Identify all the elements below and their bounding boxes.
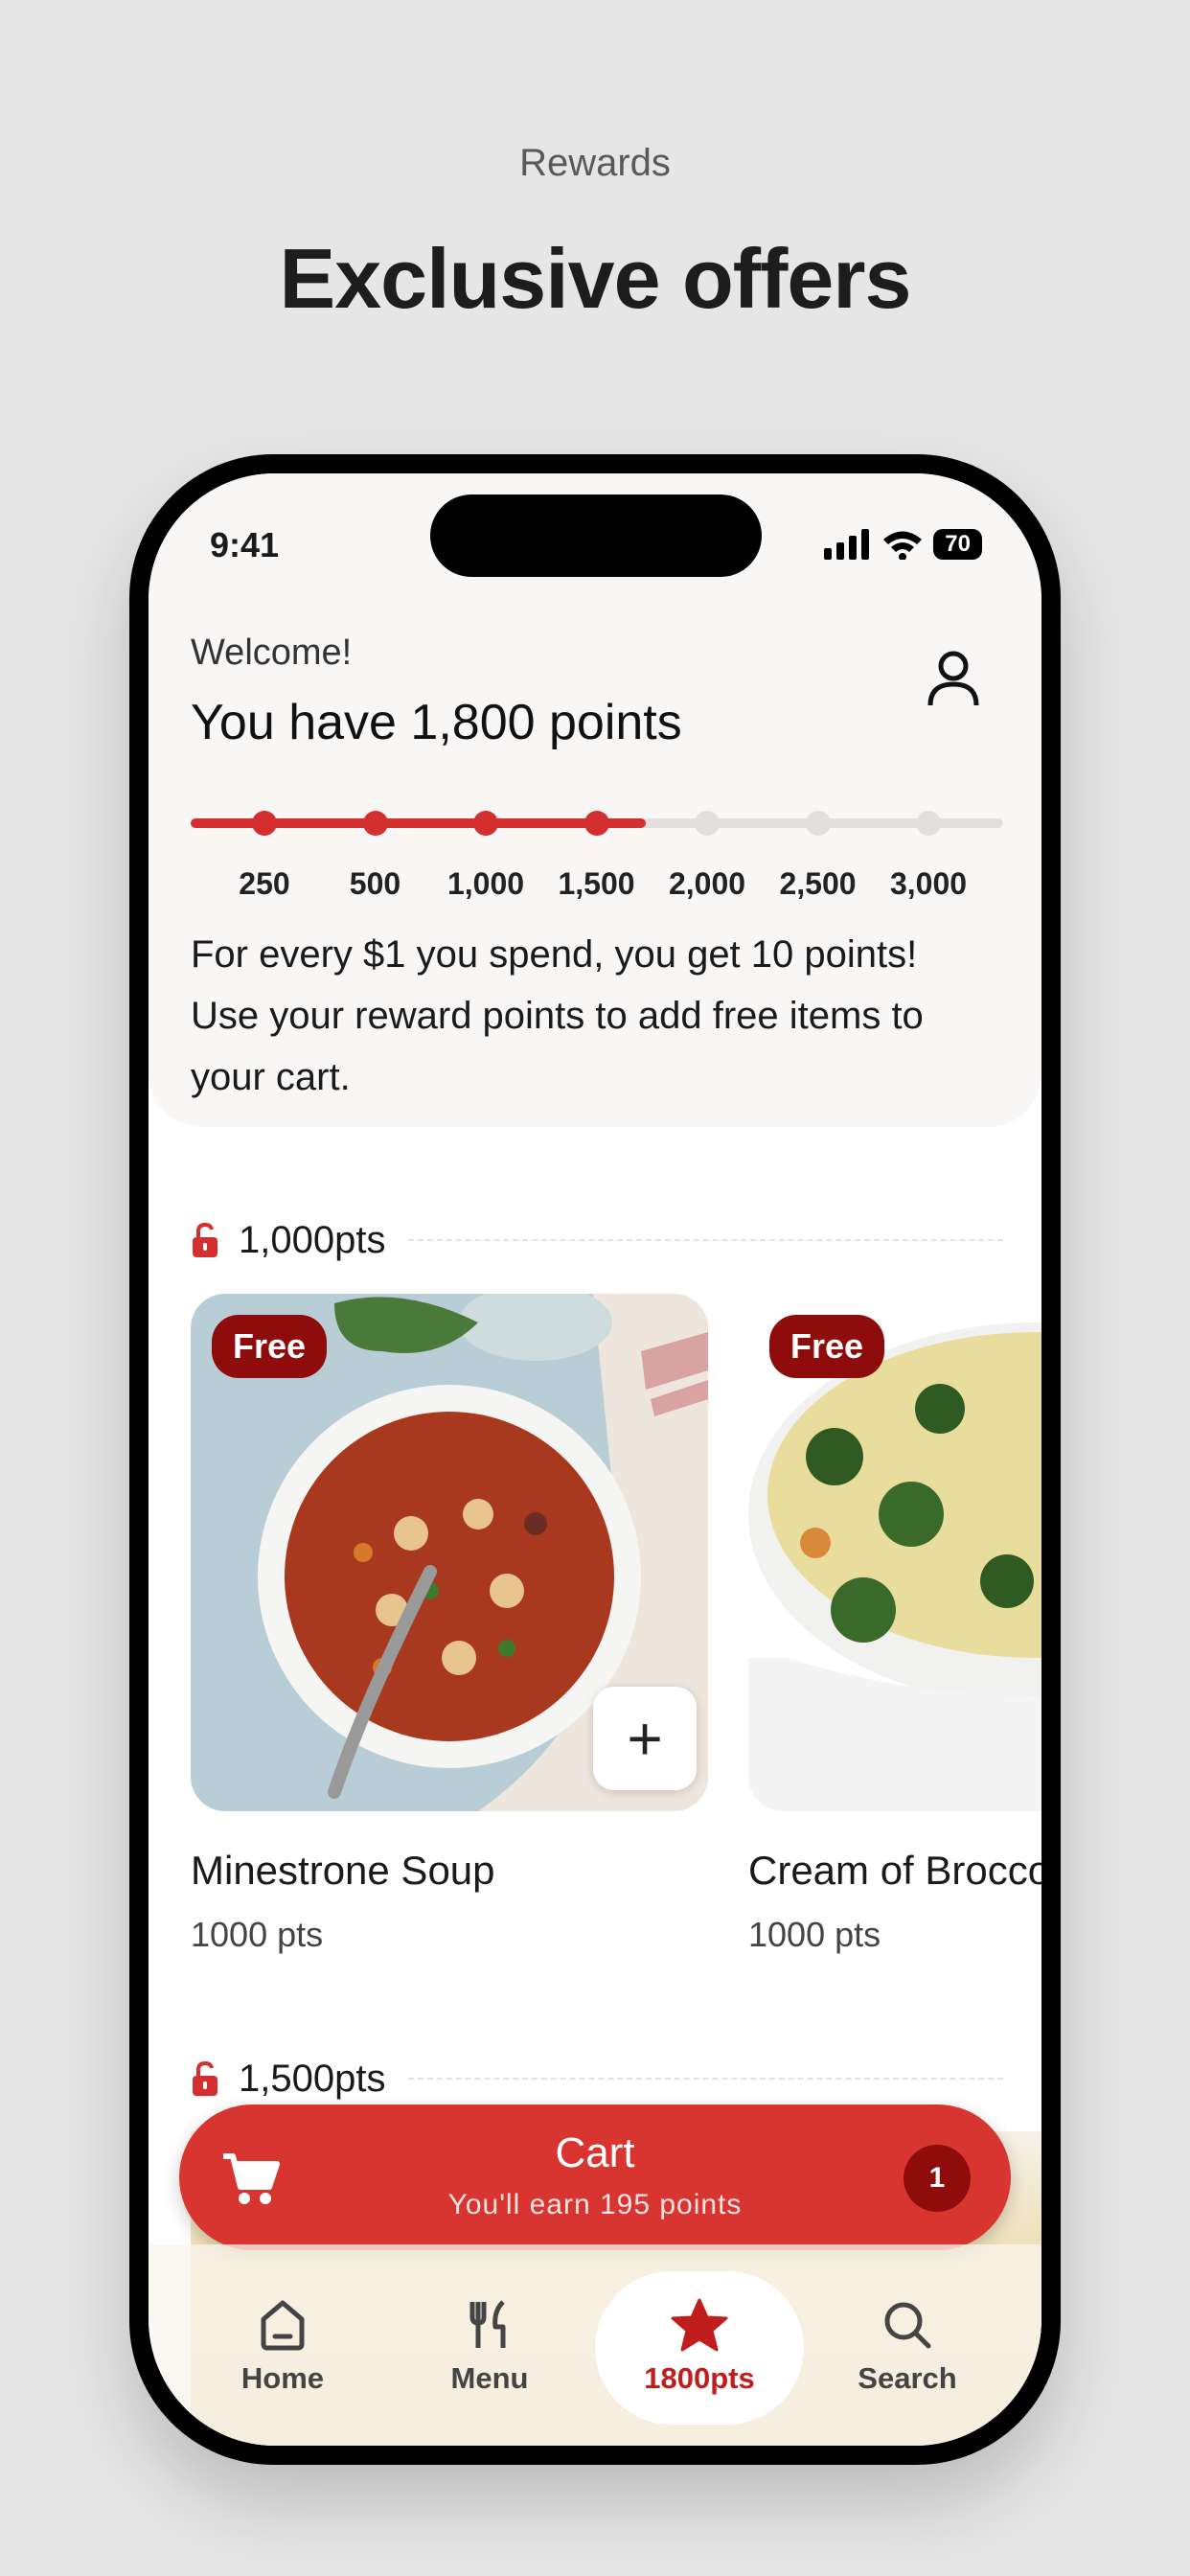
progress-milestone-dot [362, 811, 388, 836]
cart-title: Cart [555, 2129, 635, 2176]
progress-milestone-label: 3,000 [889, 866, 968, 901]
progress-milestone-dot [473, 811, 498, 836]
cart-earn-text: You'll earn 195 points [447, 2189, 743, 2220]
progress-milestone-dot [916, 811, 941, 836]
status-icons: 70 [824, 529, 982, 560]
tab-home[interactable]: Home [206, 2298, 359, 2396]
battery-indicator: 70 [933, 529, 982, 560]
section-divider [408, 1239, 1003, 1241]
hero-title: Exclusive offers [279, 231, 912, 326]
section-label: 1,500pts [239, 2057, 386, 2100]
tab-points[interactable]: 1800pts [623, 2298, 776, 2396]
progress-milestone-dot [805, 811, 831, 836]
tab-menu[interactable]: Menu [413, 2298, 566, 2396]
app-screen: 9:41 70 Welcome! You have 1,800 points 2… [149, 473, 1041, 2446]
item-points: 1000 pts [748, 1915, 881, 1954]
welcome-text: Welcome! [191, 632, 353, 673]
wifi-icon [883, 531, 923, 560]
section-divider [408, 2078, 1003, 2080]
section-label: 1,000pts [239, 1218, 386, 1261]
item-points: 1000 pts [191, 1915, 324, 1954]
progress-milestone-label: 1,500 [558, 866, 635, 901]
free-badge: Free [212, 1315, 328, 1378]
unlock-icon [193, 2060, 217, 2096]
dynamic-island [430, 494, 762, 577]
item-name: Cream of Broccoli [748, 1848, 1041, 1893]
progress-milestone-label: 2,000 [668, 866, 746, 901]
progress-milestone-dot [584, 811, 609, 836]
hero-subtitle: Rewards [519, 142, 671, 184]
tab-search[interactable]: Search [831, 2298, 984, 2396]
free-badge: Free [769, 1315, 885, 1378]
item-name: Minestrone Soup [191, 1848, 495, 1893]
minestrone-soup-image: Free + [191, 1294, 708, 1811]
phone-frame: 9:41 70 Welcome! You have 1,800 points 2… [129, 454, 1061, 2465]
home-icon [261, 2300, 305, 2351]
section-header: 1,500pts [191, 2050, 1003, 2107]
progress-milestone-dot [695, 811, 720, 836]
progress-milestone-label: 2,500 [779, 866, 857, 901]
progress-milestone-dot [252, 811, 277, 836]
reward-item-card[interactable]: Free + Minestrone Soup 1000 pts [191, 1294, 708, 1955]
tab-label: 1800pts [644, 2361, 755, 2395]
section-header: 1,000pts [191, 1211, 1003, 1269]
points-title: You have 1,800 points [191, 695, 682, 750]
add-button[interactable]: + [593, 1687, 697, 1790]
progress-milestone-label: 500 [349, 866, 401, 901]
utensils-icon [469, 2300, 506, 2348]
progress-milestone-label: 250 [239, 866, 290, 901]
star-icon [671, 2298, 728, 2352]
points-progress: 250 500 1,000 1,500 2,000 2,500 3,000 [191, 805, 1003, 901]
points-card: 9:41 70 Welcome! You have 1,800 points 2… [149, 473, 1041, 1127]
tab-label: Search [858, 2361, 957, 2395]
cream-of-broccoli-image: Free [748, 1294, 1041, 1811]
reward-item-card[interactable]: Free Cream of Broccoli 1000 pts [748, 1294, 1041, 1955]
points-description: For every $1 you spend, you get 10 point… [191, 933, 924, 1098]
search-icon [884, 2302, 931, 2349]
tab-label: Home [240, 2361, 325, 2395]
status-time: 9:41 [210, 525, 280, 564]
cart-count-badge: 1 [904, 2145, 971, 2212]
progress-milestone-label: 1,000 [446, 866, 525, 901]
profile-icon[interactable] [927, 650, 980, 707]
cart-button[interactable]: Cart You'll earn 195 points 1 [179, 2104, 1011, 2250]
unlock-icon [193, 1222, 217, 1257]
tab-label: Menu [450, 2361, 529, 2395]
signal-icon [824, 529, 870, 560]
